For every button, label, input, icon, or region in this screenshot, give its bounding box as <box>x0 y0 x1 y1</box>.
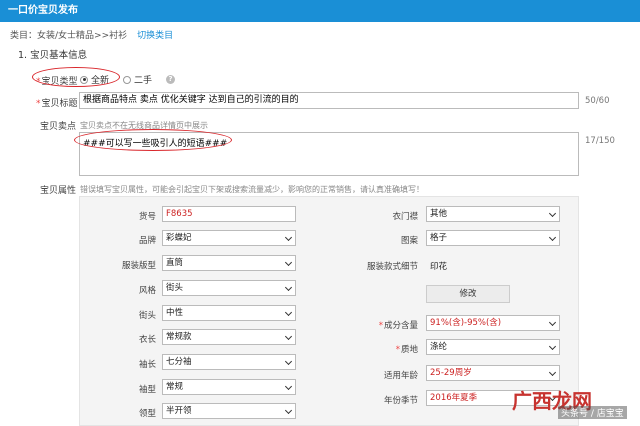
title-counter: 50/60 <box>585 96 610 106</box>
attr-label: *成分含量 <box>378 321 418 331</box>
item-type-radios: 全新 二手 ? <box>80 73 176 86</box>
section-title: 1. 宝贝基本信息 <box>18 50 88 61</box>
attributes-warning: 错误填写宝贝属性，可能会引起宝贝下架或搜索流量减少，影响您的正常销售，请认真准确… <box>80 185 424 194</box>
attr-label: 服装版型 <box>121 261 156 271</box>
chevron-down-icon <box>284 357 293 366</box>
page-header: 一口价宝贝发布 <box>0 0 640 22</box>
radio-used[interactable]: 二手 <box>123 73 152 86</box>
radio-dot-checked <box>80 75 88 84</box>
attr-label: *质地 <box>395 345 418 355</box>
attr-item-number-input[interactable]: F8635 <box>162 206 296 222</box>
attr-style-select[interactable]: 街头 <box>162 280 296 296</box>
attr-street-select[interactable]: 中性 <box>162 305 296 321</box>
switch-category-link[interactable]: 切换类目 <box>137 31 173 41</box>
chevron-down-icon <box>548 368 557 377</box>
radio-new[interactable]: 全新 <box>80 73 109 86</box>
attr-label: 服装款式细节 <box>366 262 418 272</box>
chevron-down-icon <box>284 406 293 415</box>
attr-label: 品牌 <box>138 236 156 246</box>
attr-detail-value: 印花 <box>430 262 448 272</box>
chevron-down-icon <box>284 332 293 341</box>
attr-pattern-select[interactable]: 格子 <box>426 230 560 246</box>
attr-label: 图案 <box>400 236 418 246</box>
category-path: 类目：女装/女士精品>>衬衫 <box>10 31 128 41</box>
chevron-down-icon <box>284 382 293 391</box>
chevron-down-icon <box>548 318 557 327</box>
attr-label: 袖型 <box>138 385 156 395</box>
attr-label: 街头 <box>138 311 156 321</box>
chevron-down-icon <box>548 209 557 218</box>
attr-label: 袖长 <box>138 360 156 370</box>
chevron-down-icon <box>284 283 293 292</box>
help-icon[interactable]: ? <box>166 75 176 84</box>
watermark-caption: 头条号 / 店宝宝 <box>558 406 627 419</box>
selling-point-counter: 17/150 <box>585 136 615 146</box>
attr-material-select[interactable]: 涤纶 <box>426 339 560 355</box>
selling-point-label: 宝贝卖点 <box>40 122 77 132</box>
category-breadcrumb: 类目：女装/女士精品>>衬衫 切换类目 <box>10 28 173 41</box>
item-type-label: *宝贝类型 <box>36 77 78 87</box>
chevron-down-icon <box>284 233 293 242</box>
chevron-down-icon <box>284 258 293 267</box>
selling-point-hint: 宝贝卖点不在无线商品详情页中展示 <box>80 121 208 130</box>
item-title-input[interactable]: 根据商品特点 卖点 优化关键字 达到自己的引流的目的 <box>79 92 579 109</box>
selling-point-text: ###可以写一些吸引人的短语### <box>83 139 228 149</box>
modify-button[interactable]: 修改 <box>426 285 510 303</box>
attr-fit-select[interactable]: 直筒 <box>162 255 296 271</box>
attr-label: 货号 <box>138 212 156 222</box>
chevron-down-icon <box>548 233 557 242</box>
attr-sleeve-length-select[interactable]: 七分袖 <box>162 354 296 370</box>
attr-brand-select[interactable]: 彩蝶妃 <box>162 230 296 246</box>
item-title-label: *宝贝标题 <box>36 99 78 109</box>
attr-sleeve-type-select[interactable]: 常规 <box>162 379 296 395</box>
attr-composition-select[interactable]: 91%(含)-95%(含) <box>426 315 560 331</box>
radio-dot <box>123 75 132 84</box>
chevron-down-icon <box>548 342 557 351</box>
attr-age-select[interactable]: 25-29周岁 <box>426 365 560 381</box>
attributes-label: 宝贝属性 <box>40 186 77 196</box>
attr-label: 年份季节 <box>383 396 418 406</box>
chevron-down-icon <box>284 308 293 317</box>
attr-label: 领型 <box>138 409 156 419</box>
attr-label: 风格 <box>138 286 156 296</box>
selling-point-textarea[interactable]: ###可以写一些吸引人的短语### <box>79 132 579 176</box>
attr-label: 衣长 <box>138 335 156 345</box>
attr-label: 适用年龄 <box>383 371 418 381</box>
attr-placket-select[interactable]: 其他 <box>426 206 560 222</box>
attr-collar-select[interactable]: 半开领 <box>162 403 296 419</box>
attr-label: 衣门襟 <box>392 212 418 222</box>
attr-length-select[interactable]: 常规款 <box>162 329 296 345</box>
